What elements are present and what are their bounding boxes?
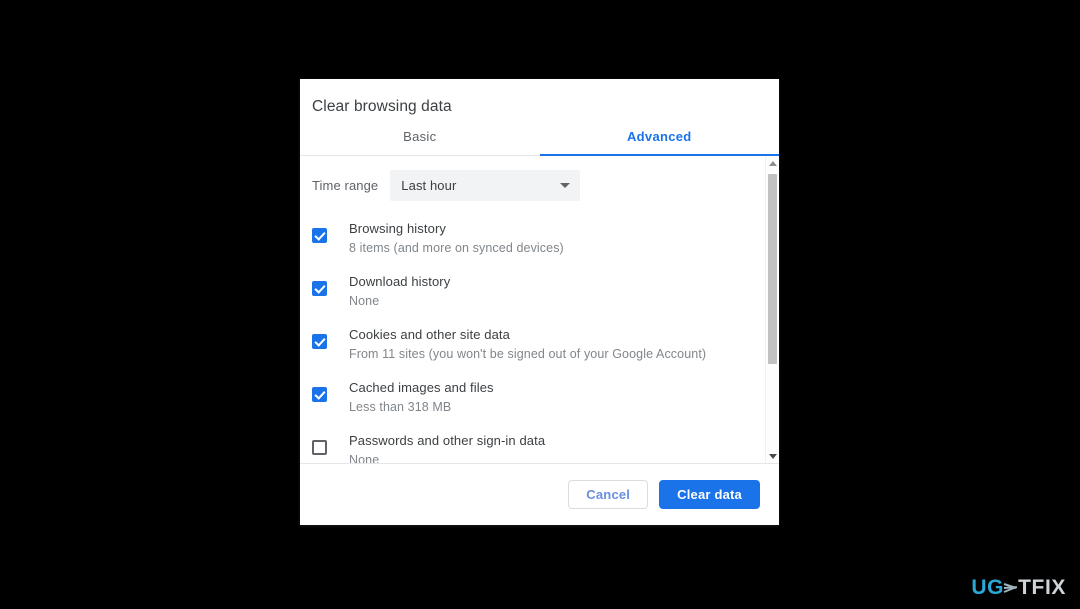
time-range-row: Time range Last hour	[300, 156, 765, 201]
option-sublabel: None	[349, 294, 380, 308]
option-row-cookies-and-other-site-data[interactable]: Cookies and other site data From 11 site…	[300, 321, 765, 374]
dialog-footer: Cancel Clear data	[300, 463, 779, 525]
option-label: Cached images and files	[349, 380, 494, 395]
option-sublabel: None	[349, 453, 380, 463]
scroll-down-arrow-glyph	[768, 453, 777, 459]
watermark-text-part-two: TFIX	[1018, 576, 1066, 599]
checkbox-passwords-and-other-sign-in-data[interactable]	[312, 440, 327, 455]
chevron-down-icon	[560, 183, 571, 188]
time-range-select[interactable]: Last hour	[390, 170, 581, 201]
vertical-scrollbar[interactable]	[765, 156, 779, 463]
option-row-passwords-and-other-sign-in-data[interactable]: Passwords and other sign-in data None	[300, 427, 765, 463]
tab-advanced[interactable]: Advanced	[539, 117, 780, 156]
option-row-download-history[interactable]: Download history None	[300, 268, 765, 321]
option-label: Download history	[349, 274, 451, 289]
dialog-scroll-area: Time range Last hour Browsing history 8 …	[300, 156, 779, 463]
tab-basic[interactable]: Basic	[300, 117, 540, 155]
tab-strip: Basic Advanced	[300, 117, 779, 156]
watermark-text-part-one: UG	[971, 576, 1005, 599]
time-range-value: Last hour	[401, 178, 457, 193]
option-label: Browsing history	[349, 221, 446, 236]
cancel-button[interactable]: Cancel	[568, 480, 649, 509]
dialog-title: Clear browsing data	[312, 98, 452, 115]
checkbox-download-history[interactable]	[312, 281, 327, 296]
time-range-label: Time range	[312, 178, 379, 193]
option-sublabel: Less than 318 MB	[349, 400, 452, 414]
option-row-browsing-history[interactable]: Browsing history 8 items (and more on sy…	[300, 215, 765, 268]
option-text: Download history None	[349, 268, 450, 311]
option-text: Cookies and other site data From 11 site…	[349, 321, 706, 364]
option-label: Cookies and other site data	[349, 327, 510, 342]
option-row-cached-images-and-files[interactable]: Cached images and files Less than 318 MB	[300, 374, 765, 427]
clear-data-button[interactable]: Clear data	[659, 480, 760, 509]
scroll-down-arrow-icon[interactable]	[766, 449, 779, 463]
data-type-option-list: Browsing history 8 items (and more on sy…	[300, 201, 765, 463]
scrollbar-track[interactable]	[766, 170, 779, 449]
scrollbar-thumb[interactable]	[768, 174, 777, 364]
checkbox-cookies-and-other-site-data[interactable]	[312, 334, 327, 349]
clear-browsing-data-dialog: Clear browsing data Basic Advanced Time …	[300, 79, 779, 525]
option-sublabel: From 11 sites (you won't be signed out o…	[349, 347, 707, 361]
option-text: Cached images and files Less than 318 MB	[349, 374, 494, 417]
checkbox-browsing-history[interactable]	[312, 228, 327, 243]
option-sublabel: 8 items (and more on synced devices)	[349, 241, 564, 255]
option-text: Browsing history 8 items (and more on sy…	[349, 215, 564, 258]
tab-advanced-label: Advanced	[626, 128, 692, 144]
scroll-up-arrow-glyph	[768, 160, 777, 166]
tab-basic-label: Basic	[403, 128, 437, 144]
stylized-e-icon	[1003, 580, 1018, 596]
scroll-up-arrow-icon[interactable]	[766, 156, 779, 170]
dialog-scroll-content: Time range Last hour Browsing history 8 …	[300, 156, 765, 463]
option-text: Passwords and other sign-in data None	[349, 427, 545, 463]
checkbox-cached-images-and-files[interactable]	[312, 387, 327, 402]
ugetfix-watermark: UG TFIX	[971, 577, 1066, 599]
option-label: Passwords and other sign-in data	[349, 433, 546, 448]
